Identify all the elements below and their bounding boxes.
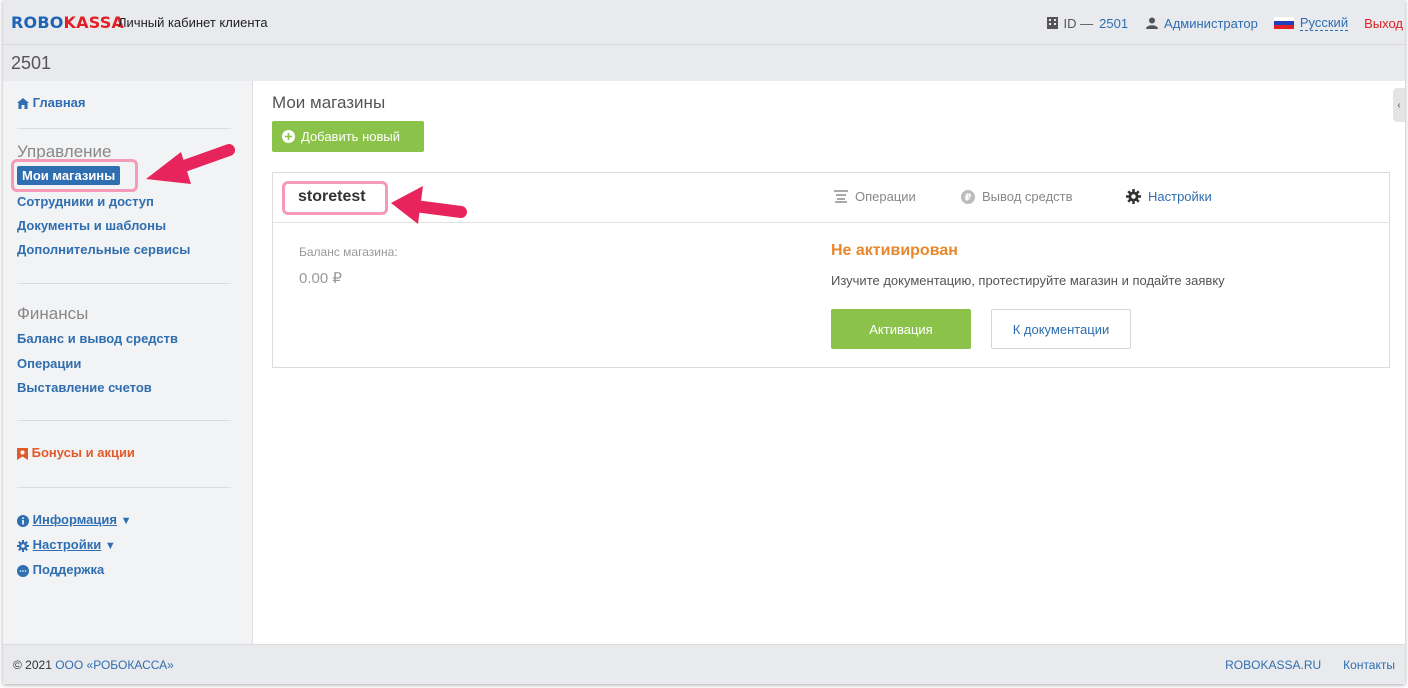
app-frame: ROBOKASSA Личный кабинет клиента ID — 25… — [3, 0, 1405, 684]
annotation-arrows — [146, 144, 467, 224]
annotation-arrow-icon — [146, 144, 235, 184]
annotation-arrow-icon — [391, 186, 467, 224]
